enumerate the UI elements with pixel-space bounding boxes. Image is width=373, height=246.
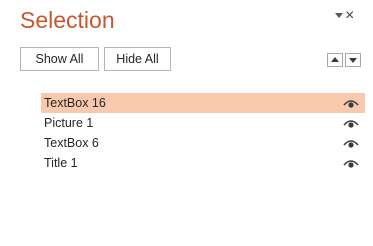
list-item[interactable]: Picture 1 bbox=[41, 113, 365, 133]
triangle-down-icon bbox=[349, 58, 357, 63]
eye-icon[interactable] bbox=[342, 157, 360, 169]
eye-icon[interactable] bbox=[342, 137, 360, 149]
close-icon[interactable]: × bbox=[345, 6, 354, 26]
selection-pane: Selection × Show All Hide All TextBox 16… bbox=[0, 0, 373, 246]
list-item[interactable]: TextBox 6 bbox=[41, 133, 365, 153]
list-item-label: Title 1 bbox=[44, 156, 78, 170]
triangle-up-icon bbox=[331, 57, 339, 62]
list-item-label: TextBox 16 bbox=[44, 96, 106, 110]
selection-list: TextBox 16 Picture 1 TextBox 6 Title 1 bbox=[41, 93, 365, 173]
send-backward-button[interactable] bbox=[345, 53, 361, 67]
chevron-down-icon[interactable] bbox=[335, 13, 343, 18]
hide-all-button[interactable]: Hide All bbox=[104, 47, 171, 71]
list-item-label: TextBox 6 bbox=[44, 136, 99, 150]
show-all-button[interactable]: Show All bbox=[20, 47, 99, 71]
pane-title: Selection bbox=[20, 7, 115, 33]
list-item-label: Picture 1 bbox=[44, 116, 94, 130]
bring-forward-button[interactable] bbox=[327, 53, 343, 67]
list-item[interactable]: Title 1 bbox=[41, 153, 365, 173]
eye-icon[interactable] bbox=[342, 97, 360, 109]
list-item[interactable]: TextBox 16 bbox=[41, 93, 365, 113]
eye-icon[interactable] bbox=[342, 117, 360, 129]
